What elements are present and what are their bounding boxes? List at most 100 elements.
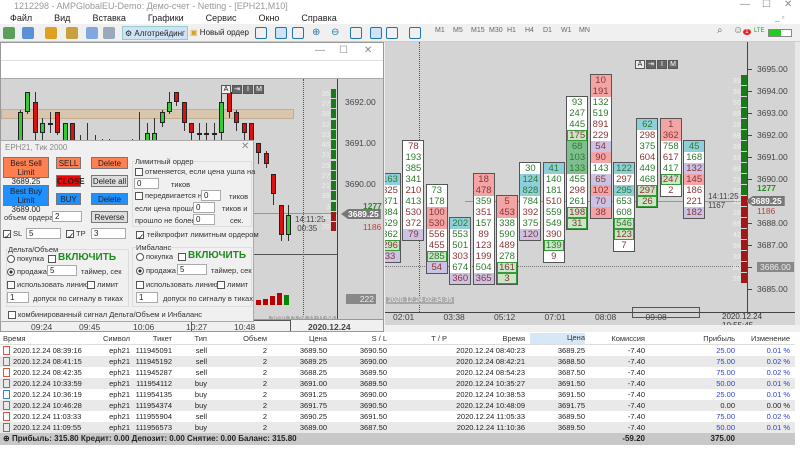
table-row[interactable]: 2020.12.24 10:33:59 eph21 111954112 buy 2 369… — [0, 378, 795, 389]
float-minimize-button[interactable]: — — [315, 45, 325, 56]
imb-timer-input[interactable]: 5 — [177, 264, 207, 275]
timeframe-h4[interactable]: H4 — [525, 27, 534, 34]
imb-sell-radio[interactable] — [136, 267, 144, 275]
chart-mode-button[interactable]: I — [243, 85, 253, 94]
best-sell-limit-button[interactable]: Best Sell Limit 3689.25 — [3, 157, 49, 186]
delta-tolerance-input[interactable]: 1 — [7, 292, 29, 303]
column-header[interactable]: Комиссия — [590, 334, 645, 343]
chart-mode-button[interactable]: ⇥ — [232, 85, 242, 94]
delta-sell-radio[interactable] — [7, 268, 15, 276]
chart-mode-button[interactable]: I — [657, 60, 667, 69]
buy-button[interactable]: BUY — [56, 193, 81, 205]
tile-icon[interactable] — [350, 27, 362, 39]
column-header[interactable]: Прибыль — [655, 334, 735, 343]
templates-icon[interactable] — [409, 27, 421, 39]
move-ticks-input[interactable]: 0 — [201, 190, 221, 201]
table-row[interactable]: 2020.12.24 08:42:35 eph21 111945287 sell 2 36… — [0, 367, 795, 378]
timeframe-m15[interactable]: M15 — [471, 27, 485, 34]
float-close-button[interactable]: ✕ — [364, 45, 372, 56]
zoom-out-icon[interactable]: ⊖ — [331, 27, 343, 39]
close-position-button[interactable]: CLOSE — [56, 175, 85, 187]
delta-timer-input[interactable]: 5 — [47, 265, 77, 276]
timeframe-d1[interactable]: D1 — [543, 27, 552, 34]
table-row[interactable]: 2020.12.24 08:41:15 eph21 111945192 sell 2 36… — [0, 356, 795, 367]
line-chart-icon[interactable] — [292, 27, 304, 39]
floating-title-bar[interactable]: — ☐ ✕ — [1, 43, 383, 61]
algo-trading-button[interactable]: ⚙ Алготрейдинг — [122, 26, 188, 40]
timeframe-w1[interactable]: W1 — [561, 27, 572, 34]
signals-icon[interactable] — [103, 27, 115, 39]
bar-chart-icon[interactable] — [255, 27, 267, 39]
tp-input[interactable]: 3 — [91, 228, 126, 239]
timeframe-m30[interactable]: M30 — [489, 27, 503, 34]
imb-tolerance-input[interactable]: 1 — [136, 292, 158, 303]
combined-signal-checkbox[interactable] — [8, 311, 16, 319]
navigator-icon[interactable] — [66, 27, 78, 39]
main-cluster-chart[interactable]: A ⇥ I M 14:11:25 1167 1277 1186 3689.25 2020… — [385, 42, 795, 325]
new-chart-icon[interactable] — [3, 27, 15, 39]
delete-sell-button[interactable]: Delete — [91, 157, 128, 169]
menu-window[interactable]: Окно — [259, 13, 280, 23]
menu-view[interactable]: Вид — [54, 13, 70, 23]
delta-use-line-checkbox[interactable] — [7, 281, 15, 289]
chart-shift-icon[interactable] — [386, 27, 398, 39]
imb-enable-checkbox[interactable] — [178, 253, 186, 261]
menu-charts[interactable]: Графики — [148, 13, 184, 23]
column-header[interactable]: Цена — [272, 334, 327, 343]
connection-icon[interactable]: LTE — [754, 27, 765, 34]
sell-button[interactable]: SELL — [56, 157, 81, 169]
dialog-close-button[interactable]: ✕ — [241, 141, 249, 152]
seconds-input[interactable]: 0 — [193, 214, 215, 225]
new-order-button[interactable]: ▣ Новый ордер — [188, 26, 251, 40]
timeframe-m1[interactable]: M1 — [435, 27, 445, 34]
delete-buy-button[interactable]: Delete — [91, 193, 128, 205]
timeframe-mn[interactable]: MN — [579, 27, 590, 34]
timeframe-h1[interactable]: H1 — [507, 27, 516, 34]
chart-mode-button[interactable]: ⇥ — [646, 60, 656, 69]
cancel-checkbox[interactable] — [135, 168, 143, 176]
table-row[interactable]: 2020.12.24 08:39:16 eph21 111945091 sell 2 36… — [0, 345, 795, 356]
cancel-ticks-input[interactable]: 0 — [134, 178, 159, 189]
column-header[interactable]: T / P — [392, 334, 447, 343]
delta-limit-checkbox[interactable] — [87, 281, 95, 289]
sl-input[interactable]: 5 — [26, 228, 61, 239]
terminal-icon[interactable] — [86, 27, 98, 39]
table-row[interactable]: 2020.12.24 11:03:33 eph21 111955904 sell 2 36… — [0, 411, 795, 422]
chart-mode-button[interactable]: A — [221, 85, 231, 94]
float-maximize-button[interactable]: ☐ — [339, 45, 348, 56]
maximize-button[interactable]: ☐ — [762, 0, 771, 11]
move-checkbox[interactable] — [135, 192, 143, 200]
chart-mode-button[interactable]: M — [254, 85, 264, 94]
timeframe-m5[interactable]: M5 — [453, 27, 463, 34]
column-header[interactable]: Объем — [212, 334, 267, 343]
candles-icon[interactable] — [275, 27, 287, 39]
volume-input[interactable]: 2 — [52, 211, 82, 222]
column-header[interactable]: Символ — [85, 334, 130, 343]
imb-limit-checkbox[interactable] — [217, 281, 225, 289]
table-row[interactable]: 2020.12.24 11:09:55 eph21 111956573 buy 2 368… — [0, 422, 795, 433]
imb-use-line-checkbox[interactable] — [136, 281, 144, 289]
reverse-button[interactable]: Reverse — [91, 211, 128, 223]
column-header[interactable]: Время — [450, 334, 525, 343]
tp-limit-checkbox[interactable]: ✓ — [136, 231, 145, 242]
passed-ticks-input[interactable]: 0 — [193, 202, 215, 213]
imb-buy-radio[interactable] — [136, 253, 144, 261]
tp-checkbox[interactable]: ✓ — [66, 230, 75, 241]
sl-checkbox[interactable]: ✓ — [3, 230, 12, 241]
minimize-button[interactable]: — — [740, 0, 750, 11]
notifications-icon[interactable]: ☺ 1 — [733, 25, 751, 36]
column-header[interactable]: S / L — [332, 334, 387, 343]
chart-mode-button[interactable]: M — [668, 60, 678, 69]
close-button[interactable]: ✕ — [784, 0, 792, 11]
chart-mode-button[interactable]: A — [635, 60, 645, 69]
menu-help[interactable]: Справка — [301, 13, 336, 23]
column-header[interactable]: Тикет — [127, 334, 172, 343]
delete-all-button[interactable]: Delete all — [91, 175, 128, 187]
profiles-icon[interactable] — [22, 27, 34, 39]
menu-file[interactable]: Файл — [10, 13, 32, 23]
vertical-scrollbar[interactable] — [795, 42, 800, 325]
table-row[interactable]: 2020.12.24 10:46:28 eph21 111954374 buy 2 369… — [0, 400, 795, 411]
menu-insert[interactable]: Вставка — [92, 13, 125, 23]
zoom-in-icon[interactable]: ⊕ — [312, 27, 324, 39]
table-row[interactable]: 2020.12.24 10:36:19 eph21 111954135 buy 2 369… — [0, 389, 795, 400]
